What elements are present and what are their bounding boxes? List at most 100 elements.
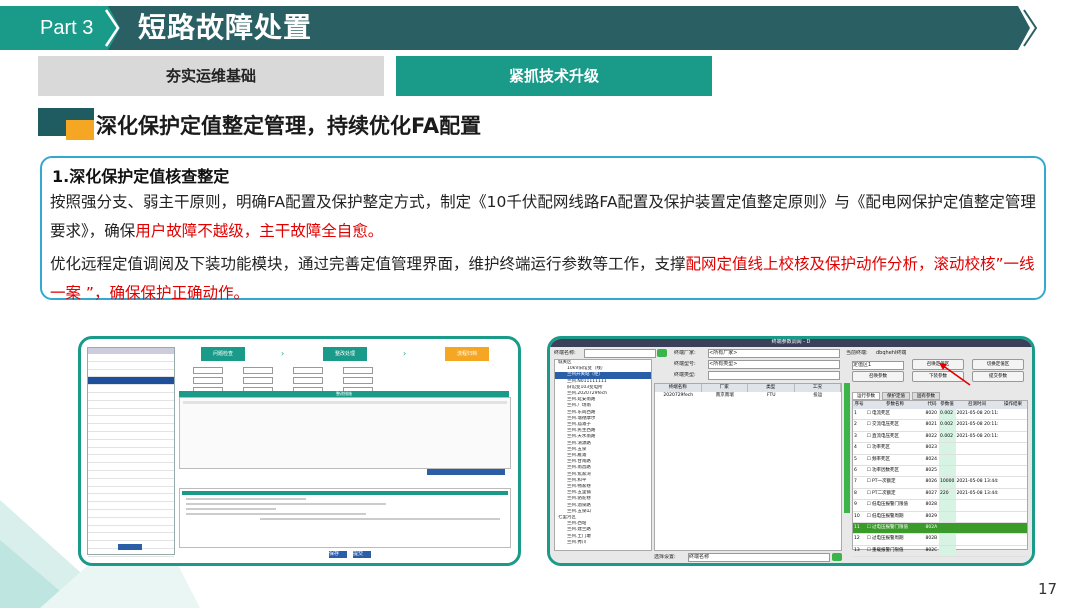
task-list-row[interactable] — [88, 440, 174, 448]
save-button[interactable]: 保存 — [329, 551, 347, 558]
task-list-row[interactable] — [88, 518, 174, 526]
splitter-bar[interactable] — [844, 383, 850, 513]
param-cell — [956, 534, 999, 544]
task-list-row[interactable] — [88, 424, 174, 432]
task-list-row[interactable] — [88, 362, 174, 370]
param-cell — [956, 546, 999, 556]
terminal-col-header: 工况 — [795, 384, 841, 392]
task-list-row[interactable] — [88, 549, 174, 557]
task-list-row[interactable] — [88, 502, 174, 510]
form-input[interactable] — [243, 367, 273, 374]
param-cell: 0.002 — [939, 431, 956, 443]
search-icon[interactable] — [657, 349, 667, 357]
type-select[interactable] — [708, 371, 840, 380]
task-list-row[interactable] — [88, 409, 174, 417]
form-input[interactable] — [193, 377, 223, 384]
detail-title-bar — [182, 491, 508, 495]
task-list-row[interactable] — [88, 393, 174, 401]
task-list-row[interactable] — [88, 494, 174, 503]
param-row[interactable]: 13 ☐ 重载报警门限值 802C — [853, 545, 1027, 558]
workflow-step[interactable]: 流程归档 — [445, 347, 489, 361]
form-input[interactable] — [243, 377, 273, 384]
action-button[interactable]: 召唤参数 — [852, 371, 904, 382]
footer-select[interactable]: 终端名称 — [688, 553, 830, 562]
param-row[interactable]: 3 ☐ 直流电压死区 80220.0022021-05-08 20:11:28 — [853, 431, 1027, 444]
terminal-col-header: 厂家 — [702, 384, 748, 392]
task-list-row[interactable] — [88, 526, 174, 534]
tab-tech-upgrade[interactable]: 紧抓技术升级 — [396, 56, 712, 96]
param-row[interactable]: 5 ☐ 频率死区 8024 — [853, 454, 1027, 466]
terminal-col-header: 类型 — [748, 384, 795, 392]
tab-basics[interactable]: 夯实运维基础 — [38, 56, 384, 96]
param-tab[interactable]: 保护定值 — [882, 392, 910, 400]
task-list-row[interactable] — [88, 401, 174, 409]
task-list-row[interactable] — [88, 533, 174, 542]
form-input[interactable] — [293, 367, 323, 374]
terminal-search-input[interactable] — [584, 349, 656, 358]
workflow-step[interactable]: 整改处理 — [323, 347, 367, 361]
param-col-header: 召测时间 — [968, 402, 986, 407]
param-cell — [956, 455, 999, 465]
param-cell: 8024 — [925, 456, 937, 462]
param-cell — [999, 443, 1027, 453]
param-cell — [939, 454, 956, 465]
paragraph-2: 优化远程定值调阅及下装功能模块，通过完善定值管理界面，维护终端运行参数等工作，支… — [50, 250, 1040, 308]
task-list-row[interactable] — [88, 510, 174, 518]
param-cell: 2021-05-08 20:11:28 — [956, 433, 999, 439]
grid-action-buttons[interactable] — [427, 469, 505, 475]
task-list-row[interactable] — [88, 385, 174, 393]
param-row[interactable]: 10 ☐ 低电压报警周期 8029 — [853, 511, 1027, 523]
terminal-cell: 南京南瑞 — [715, 393, 734, 398]
vendor-select[interactable]: <所有厂家> — [708, 349, 840, 358]
task-list-row[interactable] — [88, 377, 174, 386]
form-input[interactable] — [343, 367, 373, 374]
param-row[interactable]: 11 ☐ 过电压报警门限值 802A — [853, 522, 1027, 535]
terminal-table-row[interactable]: 2020729fech 南京南瑞 FTU 投运 — [655, 392, 841, 400]
param-cell — [939, 465, 956, 477]
task-list-row[interactable] — [88, 463, 174, 471]
task-list-row[interactable] — [88, 455, 174, 464]
model-label: 终端型号: — [674, 361, 696, 367]
model-select[interactable]: <所有类型> — [708, 360, 840, 369]
param-cell — [999, 409, 1027, 419]
param-row[interactable]: 12 ☐ 过电压报警周期 802B — [853, 534, 1027, 546]
param-cell: ☐ 电流死区 — [866, 411, 891, 416]
workflow-step[interactable]: 问题检查 — [201, 347, 245, 361]
param-row[interactable]: 1 ☐ 电流死区 80200.0022021-05-08 20:11:28 — [853, 409, 1027, 421]
type-label: 终端类型: — [674, 372, 696, 378]
form-input[interactable] — [343, 377, 373, 384]
param-row[interactable]: 8 ☐ PT二次额定 80272202021-05-08 13:44:07 — [853, 488, 1027, 501]
tree-node[interactable]: 兰州.秀川 — [555, 540, 651, 546]
param-tab[interactable]: 固有参数 — [912, 392, 940, 400]
param-row[interactable]: 2 ☐ 交流电压死区 80210.0022021-05-08 20:11:28 — [853, 420, 1027, 432]
param-cell: 2021-05-08 20:11:28 — [956, 411, 999, 416]
param-cell: 9 — [854, 502, 857, 508]
page-title: 短路故障处置 — [138, 11, 313, 44]
task-list-row[interactable] — [88, 448, 174, 456]
action-button[interactable]: 切换定值区 — [972, 359, 1024, 370]
param-cell: 802C — [925, 547, 938, 553]
task-list-row[interactable] — [88, 416, 174, 425]
detail-line — [186, 498, 306, 500]
param-row[interactable]: 6 ☐ 功率因数死区 8025 — [853, 465, 1027, 478]
action-button[interactable]: 提交参数 — [972, 371, 1024, 382]
task-list-row[interactable] — [88, 479, 174, 487]
task-list-button[interactable] — [118, 544, 142, 550]
submit-button[interactable]: 提交 — [353, 551, 371, 558]
param-row[interactable]: 9 ☐ 低电压报警门限值 8028 — [853, 500, 1027, 512]
task-list-row[interactable] — [88, 471, 174, 479]
param-tab[interactable]: 运行参数 — [852, 392, 880, 400]
form-input[interactable] — [293, 377, 323, 384]
param-row[interactable]: 4 ☐ 功率死区 8023 — [853, 443, 1027, 455]
param-cell: 4 — [854, 445, 857, 451]
task-list-row[interactable] — [88, 370, 174, 378]
task-list-row[interactable] — [88, 354, 174, 362]
terminal-table: 终端名称 厂家 类型 工况 2020729fech 南京南瑞 FTU 投运 — [654, 383, 842, 551]
task-list-row[interactable] — [88, 432, 174, 440]
task-list-row[interactable] — [88, 487, 174, 495]
param-row[interactable]: 7 ☐ PT一次额定 8026100002021-05-08 13:44:07 — [853, 477, 1027, 489]
param-cell: 2021-05-08 13:44:07 — [956, 479, 999, 485]
part-badge: Part 3 — [40, 17, 94, 39]
form-input[interactable] — [193, 367, 223, 374]
confirm-icon[interactable] — [832, 553, 842, 561]
